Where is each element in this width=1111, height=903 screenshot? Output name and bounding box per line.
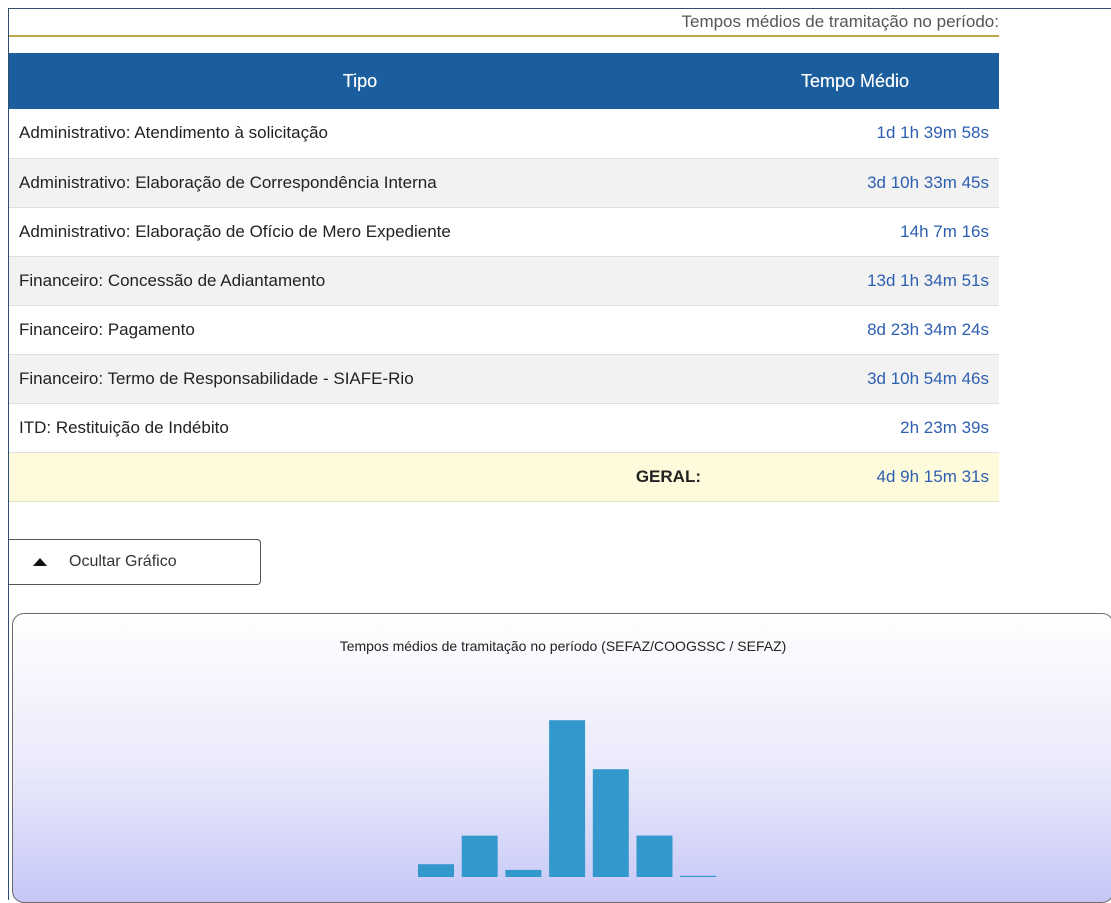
total-label: GERAL: [9,452,711,502]
column-header-tipo[interactable]: Tipo [9,53,711,109]
chart-bar[interactable]: ITD: Restituição de Indébito [680,875,717,877]
total-tempo: 4d 9h 15m 31s [711,452,999,502]
bar-chart: Administrativo: Atendimento à solicitaçã… [418,720,717,877]
row-tempo: 8d 23h 34m 24s [711,305,999,355]
row-tempo: 3d 10h 54m 46s [711,354,999,404]
hide-chart-button[interactable]: Ocultar Gráfico [9,539,261,585]
row-tipo: Administrativo: Elaboração de Ofício de … [9,207,711,257]
table-row: Financeiro: Pagamento 8d 23h 34m 24s [9,305,999,355]
chart-panel: Tempos médios de tramitação no período (… [12,613,1111,903]
row-tempo: 3d 10h 33m 45s [711,158,999,208]
chart-bar[interactable]: Financeiro: Concessão de Adiantamento [549,720,586,877]
triangle-up-icon [33,558,47,566]
chart-bar[interactable]: Administrativo: Elaboração de Ofício de … [505,869,542,877]
table-row: ITD: Restituição de Indébito 2h 23m 39s [9,403,999,453]
table-header-row: Tipo Tempo Médio [9,53,999,109]
chart-bar[interactable]: Administrativo: Elaboração de Correspond… [461,835,498,877]
hide-chart-label: Ocultar Gráfico [69,553,177,570]
chart-bar[interactable]: Administrativo: Atendimento à solicitaçã… [418,864,454,877]
total-row: GERAL: 4d 9h 15m 31s [9,452,999,502]
page-frame: Tempos médios de tramitação no período: … [8,8,1111,903]
row-tipo: Financeiro: Pagamento [9,305,711,355]
row-tipo: Financeiro: Termo de Responsabilidade - … [9,354,711,404]
table-row: Financeiro: Termo de Responsabilidade - … [9,354,999,404]
chart-bar[interactable]: Financeiro: Pagamento [592,769,629,877]
row-tempo: 14h 7m 16s [711,207,999,257]
period-caption: Tempos médios de tramitação no período: [9,9,999,37]
row-tipo: Financeiro: Concessão de Adiantamento [9,256,711,306]
average-times-table: Tipo Tempo Médio Administrativo: Atendim… [9,53,999,502]
row-tempo: 1d 1h 39m 58s [711,109,999,159]
table-row: Financeiro: Concessão de Adiantamento 13… [9,256,999,306]
row-tipo: Administrativo: Atendimento à solicitaçã… [9,109,711,159]
table-row: Administrativo: Elaboração de Correspond… [9,158,999,208]
table-row: Administrativo: Atendimento à solicitaçã… [9,109,999,159]
row-tempo: 2h 23m 39s [711,403,999,453]
chart-bar[interactable]: Financeiro: Termo de Responsabilidade - … [636,835,673,877]
row-tipo: ITD: Restituição de Indébito [9,403,711,453]
row-tipo: Administrativo: Elaboração de Correspond… [9,158,711,208]
column-header-tempo-medio[interactable]: Tempo Médio [711,53,999,109]
row-tempo: 13d 1h 34m 51s [711,256,999,306]
table-row: Administrativo: Elaboração de Ofício de … [9,207,999,257]
